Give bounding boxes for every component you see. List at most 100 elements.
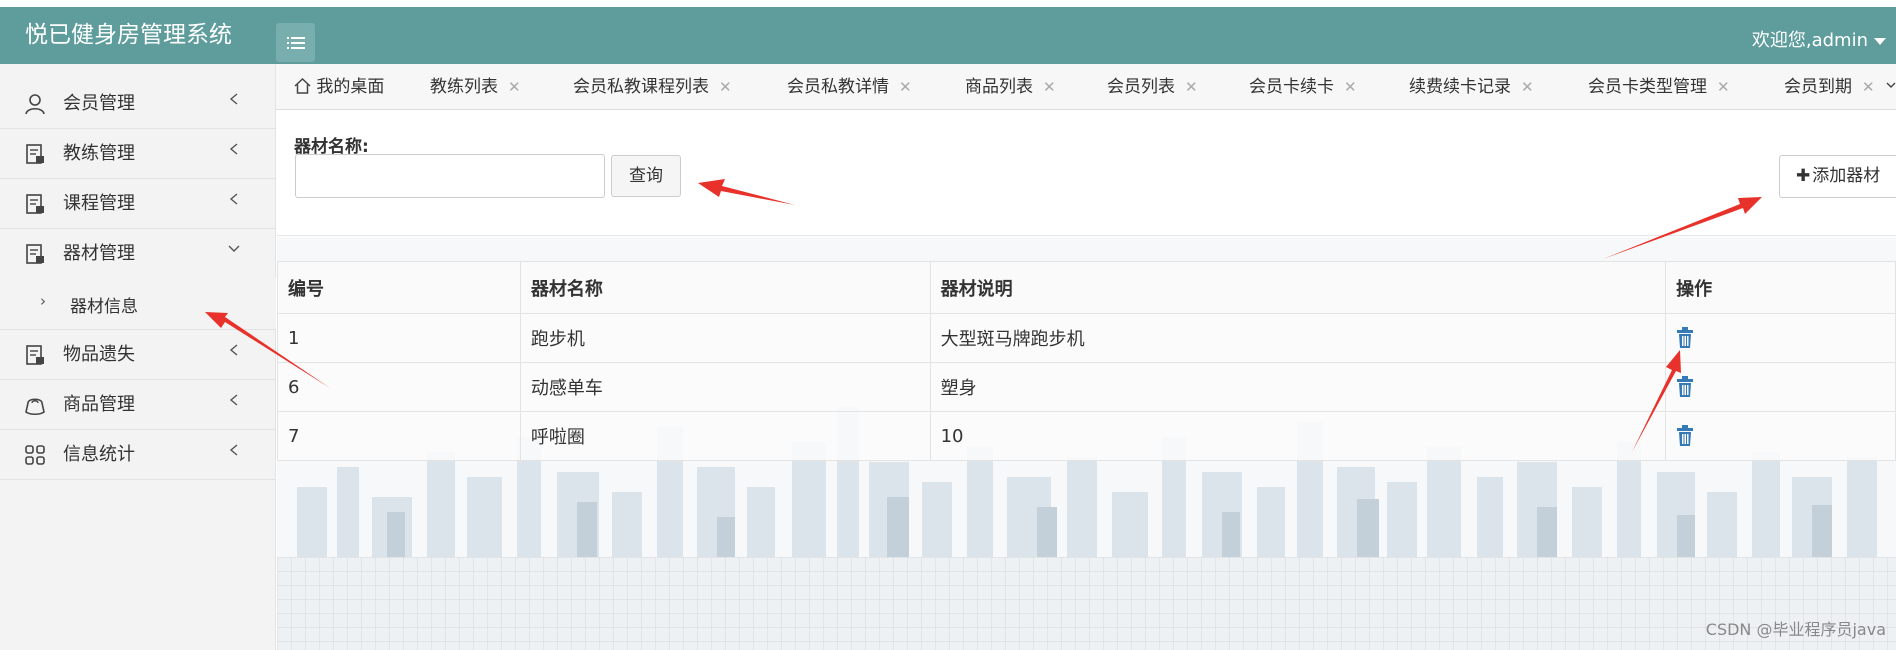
table-row: 6 动感单车 塑身 <box>277 362 1896 412</box>
close-icon[interactable]: ✕ <box>1521 78 1534 96</box>
query-button[interactable]: 查询 <box>611 155 681 197</box>
column-header-id: 编号 <box>277 261 521 314</box>
search-panel: 器材名称: 查询 ✚ 添加器材 <box>277 110 1896 236</box>
tab-label: 会员卡类型管理 <box>1588 77 1707 97</box>
close-icon[interactable]: ✕ <box>1344 78 1357 96</box>
sidebar-item-label: 课程管理 <box>63 193 135 214</box>
cell-actions <box>1665 411 1896 461</box>
caret-down-icon <box>1874 37 1886 45</box>
tab-renewal-records[interactable]: 续费续卡记录 ✕ <box>1409 74 1534 100</box>
user-icon <box>25 94 45 115</box>
tab-label: 会员列表 <box>1107 77 1175 97</box>
home-icon <box>294 77 311 94</box>
tab-label: 续费续卡记录 <box>1409 77 1511 97</box>
tab-member-expiry[interactable]: 会员到期 ✕ <box>1784 74 1875 100</box>
trash-icon[interactable] <box>1676 327 1694 349</box>
chevron-left-icon <box>229 344 238 356</box>
tab-label: 教练列表 <box>430 77 498 97</box>
sidebar-item-label: 信息统计 <box>63 444 135 465</box>
sidebar-item-statistics[interactable]: 信息统计 <box>0 430 276 480</box>
tab-member-list[interactable]: 会员列表 ✕ <box>1107 74 1198 100</box>
cell-actions <box>1665 362 1896 412</box>
sidebar-subitem-equipment-info[interactable]: › 器材信息 <box>0 278 276 330</box>
document-icon <box>26 144 44 164</box>
add-equipment-button[interactable]: ✚ 添加器材 <box>1779 155 1896 198</box>
cell-description: 10 <box>929 411 1667 461</box>
sidebar-item-equipment[interactable]: 器材管理 <box>0 229 276 279</box>
chevron-down-icon <box>228 245 240 252</box>
cell-id: 7 <box>277 411 521 461</box>
trash-icon[interactable] <box>1676 425 1694 447</box>
close-icon[interactable]: ✕ <box>1862 78 1875 96</box>
list-icon <box>286 36 305 49</box>
menu-toggle-button[interactable] <box>276 23 315 62</box>
sidebar-item-courses[interactable]: 课程管理 <box>0 179 276 229</box>
cell-description: 塑身 <box>929 362 1667 412</box>
csdn-watermark: CSDN @毕业程序员java <box>1705 620 1886 639</box>
tab-coach-list[interactable]: 教练列表 ✕ <box>430 74 521 100</box>
cell-id: 1 <box>277 313 521 363</box>
close-icon[interactable]: ✕ <box>719 78 732 96</box>
cell-name: 动感单车 <box>519 362 931 412</box>
app-title: 悦已健身房管理系统 <box>25 22 232 48</box>
user-menu[interactable]: 欢迎您,admin <box>1752 29 1886 53</box>
chevron-left-icon <box>229 93 238 105</box>
close-icon[interactable]: ✕ <box>508 78 521 96</box>
cell-name: 跑步机 <box>519 313 931 363</box>
document-icon <box>26 345 44 365</box>
sidebar-item-coaches[interactable]: 教练管理 <box>0 129 276 179</box>
sidebar-item-lost-items[interactable]: 物品遗失 <box>0 330 276 380</box>
sidebar: 会员管理 教练管理 课程管理 器材管理 › 器材信息 物品遗失 商品管理 信息统… <box>0 64 276 650</box>
cell-actions <box>1665 313 1896 363</box>
cell-name: 呼啦圈 <box>519 411 931 461</box>
sidebar-item-label: 物品遗失 <box>63 344 135 365</box>
add-equipment-label: 添加器材 <box>1812 166 1881 186</box>
tab-bar: 我的桌面 教练列表 ✕ 会员私教课程列表 ✕ 会员私教详情 ✕ 商品列表 ✕ 会员列表 ✕… <box>276 64 1896 110</box>
grid-icon <box>25 445 45 465</box>
chevron-right-icon: › <box>40 292 46 310</box>
sidebar-item-label: 商品管理 <box>63 394 135 415</box>
sidebar-item-label: 会员管理 <box>63 93 135 114</box>
chevron-down-icon[interactable] <box>1886 78 1896 92</box>
document-icon <box>26 194 44 214</box>
column-header-actions: 操作 <box>1665 261 1896 314</box>
chevron-left-icon <box>229 444 238 456</box>
table-row: 7 呼啦圈 10 <box>277 411 1896 461</box>
table-row: 1 跑步机 大型斑马牌跑步机 <box>277 313 1896 363</box>
cell-description: 大型斑马牌跑步机 <box>929 313 1667 363</box>
bag-icon <box>25 398 45 416</box>
equipment-name-input[interactable] <box>295 154 605 198</box>
equipment-table: 编号 器材名称 器材说明 操作 1 跑步机 大型斑马牌跑步机 6 动感单车 塑身… <box>277 261 1896 461</box>
sidebar-item-products[interactable]: 商品管理 <box>0 380 276 430</box>
tab-card-type-management[interactable]: 会员卡类型管理 ✕ <box>1588 74 1730 100</box>
close-icon[interactable]: ✕ <box>1043 78 1056 96</box>
sidebar-item-label: 器材管理 <box>63 243 135 264</box>
close-icon[interactable]: ✕ <box>1717 78 1730 96</box>
chevron-left-icon <box>229 143 238 155</box>
tab-desktop[interactable]: 我的桌面 <box>294 74 384 100</box>
column-header-description: 器材说明 <box>929 261 1667 314</box>
sidebar-item-label: 教练管理 <box>63 143 135 164</box>
tab-card-renewal[interactable]: 会员卡续卡 ✕ <box>1249 74 1357 100</box>
table-header-row: 编号 器材名称 器材说明 操作 <box>277 261 1896 314</box>
tab-private-course-list[interactable]: 会员私教课程列表 ✕ <box>573 74 732 100</box>
tab-label: 我的桌面 <box>316 77 385 97</box>
sidebar-subitem-label: 器材信息 <box>70 297 138 317</box>
user-label: 欢迎您,admin <box>1751 30 1868 51</box>
sidebar-item-members[interactable]: 会员管理 <box>0 79 276 129</box>
chevron-left-icon <box>229 193 238 205</box>
close-icon[interactable]: ✕ <box>899 78 912 96</box>
tab-label: 会员私教详情 <box>787 77 889 97</box>
close-icon[interactable]: ✕ <box>1185 78 1198 96</box>
tab-label: 会员卡续卡 <box>1249 77 1334 97</box>
tab-label: 会员到期 <box>1784 77 1852 97</box>
cell-id: 6 <box>277 362 521 412</box>
trash-icon[interactable] <box>1676 376 1694 398</box>
decorative-grid-band <box>277 557 1896 650</box>
column-header-name: 器材名称 <box>519 261 931 314</box>
tab-label: 会员私教课程列表 <box>573 77 709 97</box>
document-icon <box>26 244 44 264</box>
plus-icon: ✚ <box>1796 166 1811 186</box>
tab-private-coach-detail[interactable]: 会员私教详情 ✕ <box>787 74 912 100</box>
tab-product-list[interactable]: 商品列表 ✕ <box>965 74 1056 100</box>
